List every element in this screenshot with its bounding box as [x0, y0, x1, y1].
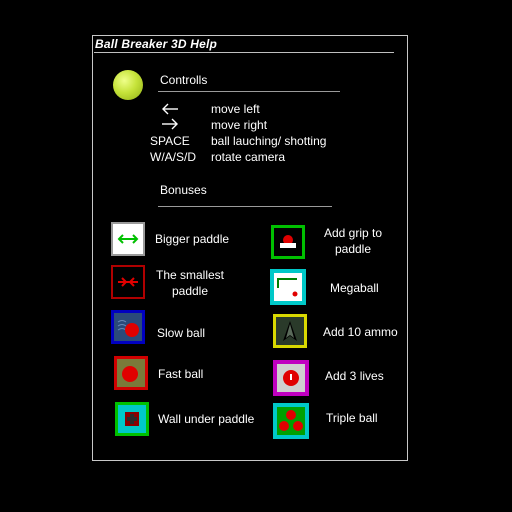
ammo-icon — [273, 314, 307, 348]
arrow-right-icon — [162, 118, 178, 130]
control-key-wasd: W/A/S/D — [150, 150, 197, 164]
bonus-label-slow-ball: Slow ball — [157, 326, 206, 340]
arrow-left-icon — [162, 103, 178, 115]
bonus-label-lives: Add 3 lives — [325, 369, 384, 383]
bonus-label-fast-ball: Fast ball — [158, 367, 204, 381]
control-desc-launch: ball lauching/ shotting — [211, 134, 327, 148]
controls-divider — [158, 91, 340, 92]
bonus-label-triple-ball: Triple ball — [326, 411, 378, 425]
bonus-label-grip-line2: paddle — [334, 242, 372, 256]
control-desc-camera: rotate camera — [211, 150, 286, 164]
lives-icon — [273, 360, 309, 396]
bonus-label-grip-line1: Add grip to — [323, 226, 383, 240]
bigger-paddle-icon — [111, 222, 145, 256]
bonus-label-bigger-paddle: Bigger paddle — [155, 232, 230, 246]
tennis-ball-icon — [113, 70, 143, 100]
slow-ball-icon — [111, 310, 145, 344]
bonus-label-smallest-paddle-line1: The smallest — [155, 268, 225, 282]
fast-ball-icon — [114, 356, 148, 390]
megaball-icon — [270, 269, 306, 305]
grip-paddle-icon — [271, 225, 305, 259]
bonus-label-ammo: Add 10 ammo — [323, 325, 398, 339]
triple-ball-icon — [273, 403, 309, 439]
control-key-space: SPACE — [150, 134, 190, 148]
smallest-paddle-icon — [111, 265, 145, 299]
wall-under-paddle-icon — [115, 402, 149, 436]
bonus-label-smallest-paddle-line2: paddle — [171, 284, 209, 298]
control-desc-move-left: move left — [211, 102, 260, 116]
bonus-label-megaball: Megaball — [330, 281, 379, 295]
bonuses-divider — [158, 206, 332, 207]
control-desc-move-right: move right — [211, 118, 268, 132]
window-title: Ball Breaker 3D Help — [95, 37, 218, 51]
controls-heading: Controlls — [160, 73, 208, 87]
title-divider — [94, 52, 394, 53]
bonus-label-wall-under-paddle: Wall under paddle — [158, 412, 255, 426]
bonuses-heading: Bonuses — [160, 183, 207, 197]
